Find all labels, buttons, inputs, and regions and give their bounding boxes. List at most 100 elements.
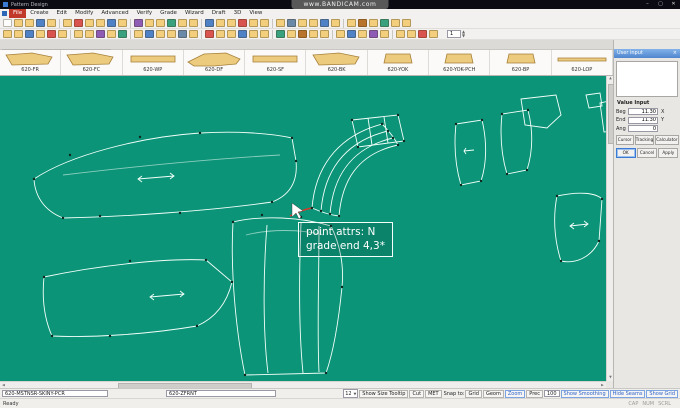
toolbar-icon[interactable] [167, 19, 176, 27]
status-prec[interactable]: Prec [526, 389, 543, 398]
value-field-end[interactable] [628, 116, 658, 124]
piece-name-field[interactable]: 620-MSTNSR-SKINY-PCR [2, 390, 108, 397]
toolbar-icon[interactable] [178, 19, 187, 27]
status-geom[interactable]: Geom [482, 389, 504, 398]
pattern-piece-leg-left[interactable] [42, 259, 233, 337]
toolbar-icon[interactable] [178, 30, 187, 38]
calculator-button[interactable]: Calculator [655, 135, 679, 145]
toolbar-icon[interactable] [402, 19, 411, 27]
menu-item-wizard[interactable]: Wizard [181, 9, 208, 18]
toolbar-icon[interactable] [429, 30, 438, 38]
piece-thumb-620-wp[interactable]: 620-WP [123, 50, 184, 75]
toolbar-icon[interactable] [96, 30, 105, 38]
toolbar-icon[interactable] [74, 30, 83, 38]
status-hide-seams[interactable]: Hide Seams [609, 389, 646, 398]
toolbar-icon[interactable] [418, 30, 427, 38]
toolbar-icon[interactable] [369, 30, 378, 38]
menu-item-edit[interactable]: Edit [53, 9, 72, 18]
toolbar-icon[interactable] [63, 19, 72, 27]
toolbar-icon[interactable] [238, 19, 247, 27]
toolbar-icon[interactable] [227, 19, 236, 27]
toolbar-icon[interactable] [260, 19, 269, 27]
ok-button[interactable]: OK [615, 148, 636, 158]
toolbar-icon[interactable] [298, 30, 307, 38]
toolbar-icon[interactable] [134, 19, 143, 27]
toolbar-icon[interactable] [58, 30, 67, 38]
piece-thumb-620-lop[interactable]: 620-LOP [552, 50, 613, 75]
toolbar-icon[interactable] [260, 30, 269, 38]
toolbar-icon[interactable] [347, 19, 356, 27]
value-field-ang[interactable] [628, 125, 658, 132]
toolbar-icon[interactable] [287, 19, 296, 27]
toolbar-icon[interactable] [205, 30, 214, 38]
toolbar-icon[interactable] [134, 30, 143, 38]
toolbar-icon[interactable] [74, 19, 83, 27]
vertical-scrollbar[interactable]: ▲ ▼ [606, 75, 614, 381]
toolbar-icon[interactable] [3, 19, 12, 27]
toolbar-icon[interactable] [309, 30, 318, 38]
menu-item-modify[interactable]: Modify [71, 9, 97, 18]
pattern-piece-facing-1[interactable] [454, 119, 487, 186]
piece-thumb-620-sf[interactable]: 620-SF [245, 50, 307, 75]
pattern-piece-facing-2[interactable] [500, 109, 533, 175]
toolbar-icon[interactable] [156, 19, 165, 27]
status-grid[interactable]: Grid [465, 389, 482, 398]
pattern-piece-small-top[interactable] [520, 94, 562, 129]
toolbar-icon[interactable] [287, 30, 296, 38]
toolbar-icon[interactable] [145, 30, 154, 38]
toolbar-icon[interactable] [25, 19, 34, 27]
horizontal-scrollbar[interactable]: ◀ ▶ [0, 381, 606, 389]
cursor-button[interactable]: Cursor [615, 135, 634, 145]
size-select[interactable]: 12 ▼ [343, 389, 359, 398]
toolbar-icon[interactable] [107, 30, 116, 38]
status-cut[interactable]: Cut [409, 389, 425, 398]
toolbar-icon[interactable] [47, 19, 56, 27]
toolbar-icon[interactable] [36, 19, 45, 27]
menu-item-file[interactable]: File [9, 9, 27, 18]
pattern-piece-partial-right[interactable] [585, 92, 603, 109]
toolbar-icon[interactable] [85, 30, 94, 38]
piece-thumb-620-fc[interactable]: 620-FC [61, 50, 123, 75]
toolbar-icon[interactable] [47, 30, 56, 38]
toolbar-icon[interactable] [276, 19, 285, 27]
toolbar-icon[interactable] [320, 19, 329, 27]
toolbar-icon[interactable] [216, 19, 225, 27]
pattern-piece-pocket[interactable] [554, 192, 603, 263]
panel-close-icon[interactable]: × [673, 49, 677, 58]
toolbar-icon[interactable] [189, 30, 198, 38]
toolbar-icon[interactable] [167, 30, 176, 38]
menu-item-verify[interactable]: Verify [133, 9, 157, 18]
toolbar-icon[interactable] [320, 30, 329, 38]
toolbar-icon[interactable] [216, 30, 225, 38]
toolbar-icon[interactable] [85, 19, 94, 27]
toolbar-icon[interactable] [25, 30, 34, 38]
toolbar-icon[interactable] [380, 19, 389, 27]
menu-item-3d[interactable]: 3D [230, 9, 246, 18]
toolbar-icon[interactable] [391, 19, 400, 27]
toolbar-icon[interactable] [407, 30, 416, 38]
piece-thumb-620-df[interactable]: 620-DF [184, 50, 246, 75]
pattern-piece-front-yoke[interactable] [33, 131, 297, 219]
status-met[interactable]: MET [425, 389, 442, 398]
status-100[interactable]: 100 [543, 390, 560, 397]
toolbar-icon[interactable] [189, 19, 198, 27]
menu-item-view[interactable]: View [245, 9, 266, 18]
menu-item-advanced[interactable]: Advanced [97, 9, 132, 18]
toolbar-icon[interactable] [156, 30, 165, 38]
toolbar-icon[interactable] [276, 30, 285, 38]
toolbar-icon[interactable] [14, 19, 23, 27]
toolbar-icon[interactable] [369, 19, 378, 27]
toolbar-icon[interactable] [396, 30, 405, 38]
toolbar-icon[interactable] [3, 30, 12, 38]
user-input-list[interactable] [616, 61, 678, 97]
toolbar-icon[interactable] [249, 19, 258, 27]
toolbar-icon[interactable] [358, 30, 367, 38]
toolbar-icon[interactable] [14, 30, 23, 38]
piece-thumb-620-bk[interactable]: 620-BK [306, 50, 368, 75]
toolbar-icon[interactable] [298, 19, 307, 27]
toolbar-spinner-value[interactable]: 1 [447, 30, 461, 38]
grade-nest[interactable] [311, 114, 405, 217]
toolbar-icon[interactable] [118, 19, 127, 27]
spinner-arrows-icon[interactable]: ▲ ▼ [462, 30, 465, 38]
toolbar-icon[interactable] [205, 19, 214, 27]
